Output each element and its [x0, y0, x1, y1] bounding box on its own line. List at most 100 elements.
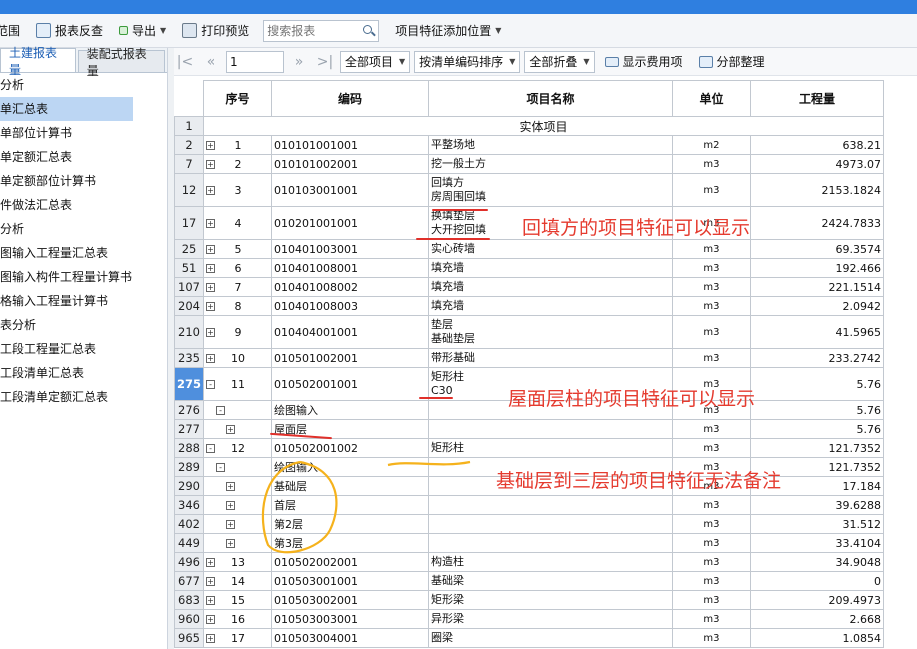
sidebar-item[interactable]: 单定额汇总表	[0, 145, 133, 169]
seq-number: 3	[234, 183, 242, 197]
table-row[interactable]: 12 +3 010103001001 回填方 房周围回填 m3 2153.1824	[173, 173, 885, 207]
table-row[interactable]: 107 +7 010401008002 填充墙 m3 221.1514	[173, 277, 885, 297]
sidebar-item[interactable]: 件做法汇总表	[0, 193, 133, 217]
expand-icon[interactable]: +	[206, 160, 216, 169]
table-header-row: 序号 编码 项目名称 单位 工程量	[174, 80, 885, 117]
col-header-name[interactable]: 项目名称	[427, 80, 673, 117]
expand-icon[interactable]: +	[206, 634, 216, 643]
show-cost-button[interactable]: 显示费用项	[599, 50, 689, 74]
expand-icon[interactable]: +	[206, 141, 216, 150]
fold-dropdown[interactable]: 全部折叠 ▼	[524, 50, 595, 73]
table-row[interactable]: 2 +1 010101001001 平整场地 m2 638.21	[173, 135, 885, 155]
row-number: 965	[173, 628, 205, 648]
sort-dropdown[interactable]: 按清单编码排序 ▼	[414, 50, 521, 73]
row-number: 677	[173, 571, 205, 591]
table-row[interactable]: 204 +8 010401008003 填充墙 m3 2.0942	[173, 296, 885, 316]
expand-icon[interactable]: +	[206, 577, 216, 586]
expand-icon[interactable]: +	[206, 354, 216, 363]
collapse-icon[interactable]: -	[216, 463, 226, 472]
col-header-seq[interactable]: 序号	[203, 80, 272, 117]
collapse-icon[interactable]: -	[206, 444, 216, 453]
search-input[interactable]	[264, 20, 361, 41]
name-cell	[427, 419, 673, 439]
col-header-qty[interactable]: 工程量	[749, 80, 885, 117]
table-row[interactable]: 960 +16 010503003001 异形梁 m3 2.668	[173, 609, 885, 629]
table-row[interactable]: 683 +15 010503002001 矩形梁 m3 209.4973	[173, 590, 885, 610]
table-row[interactable]: 7 +2 010101002001 挖一般土方 m3 4973.07	[173, 154, 885, 174]
tab-prefab-report[interactable]: 装配式报表量	[77, 47, 165, 78]
expand-icon[interactable]: +	[206, 264, 216, 273]
sidebar-item[interactable]: 单部位计算书	[0, 121, 133, 145]
sidebar-item[interactable]: 工段清单定额汇总表	[0, 385, 133, 409]
table-row[interactable]: 677 +14 010503001001 基础梁 m3 0	[173, 571, 885, 591]
organize-button[interactable]: 分部整理	[693, 50, 771, 74]
table-row[interactable]: 449 + 第3层 m3 33.4104	[173, 533, 885, 553]
expand-icon[interactable]: +	[226, 539, 236, 548]
name-line: 垫层	[430, 318, 453, 331]
expand-icon[interactable]: +	[206, 186, 216, 195]
col-header-code[interactable]: 编码	[271, 80, 429, 117]
table-row[interactable]: 402 + 第2层 m3 31.512	[173, 514, 885, 534]
expand-icon[interactable]: +	[206, 219, 216, 228]
sidebar-item[interactable]: 单汇总表	[0, 97, 133, 121]
report-check-icon	[36, 23, 52, 38]
chevron-down-icon: ▼	[399, 57, 406, 66]
expand-icon[interactable]: +	[206, 283, 216, 292]
table-row[interactable]: 496 +13 010502002001 构造柱 m3 34.9048	[173, 552, 885, 572]
seq-number: 14	[231, 574, 246, 588]
prev-page-icon[interactable]: «	[200, 54, 222, 70]
table-row[interactable]: 965 +17 010503004001 圈梁 m3 1.0854	[173, 628, 885, 648]
feature-position-dropdown[interactable]: 项目特征添加位置 ▼	[389, 19, 507, 43]
seq-cell: +3	[203, 173, 272, 207]
range-button[interactable]: 范围	[0, 19, 26, 43]
expand-icon[interactable]: +	[206, 558, 216, 567]
collapse-icon[interactable]: -	[206, 380, 216, 389]
expand-icon[interactable]: +	[226, 425, 236, 434]
quantity-cell: 5.76	[749, 367, 885, 401]
unit-cell: m3	[671, 239, 751, 259]
sidebar-item[interactable]: 分析	[0, 217, 133, 241]
quantity-cell: 69.3574	[749, 239, 885, 259]
report-sidebar: 土建报表量 装配式报表量 分析 单汇总表 单部位计算书 单定额汇总表 单定额部位计算书件…	[0, 46, 168, 649]
code-cell: 首层	[271, 495, 429, 515]
expand-icon[interactable]: +	[206, 245, 216, 254]
table-row[interactable]: 235 +10 010501002001 带形基础 m3 233.2742	[173, 348, 885, 368]
expand-icon[interactable]: +	[226, 501, 236, 510]
col-header-unit[interactable]: 单位	[671, 80, 751, 117]
sidebar-item[interactable]: 表分析	[0, 313, 133, 337]
table-row[interactable]: 210 +9 010404001001 垫层 基础垫层 m3 41.5965	[173, 315, 885, 349]
expand-icon[interactable]: +	[226, 482, 236, 491]
row-number: 496	[173, 552, 205, 572]
project-filter-dropdown[interactable]: 全部项目 ▼	[340, 50, 411, 73]
table-row[interactable]: 51 +6 010401008001 填充墙 m3 192.466	[173, 258, 885, 278]
search-icon[interactable]	[363, 24, 373, 34]
export-button[interactable]: 导出 ▼	[113, 19, 172, 43]
expand-icon[interactable]: +	[226, 520, 236, 529]
expand-icon[interactable]: +	[206, 596, 216, 605]
collapse-icon[interactable]: -	[216, 406, 226, 415]
name-cell: 圈梁	[427, 628, 673, 648]
expand-icon[interactable]: +	[206, 615, 216, 624]
expand-icon[interactable]: +	[206, 302, 216, 311]
name-line: 平整场地	[430, 138, 475, 151]
table-row[interactable]: 288- 12 010502001002 矩形柱 m3 121.7352	[173, 438, 885, 458]
last-page-icon[interactable]: >|	[314, 54, 336, 70]
expand-icon[interactable]: +	[206, 328, 216, 337]
print-preview-button[interactable]: 打印预览	[176, 19, 255, 43]
quantity-cell: 39.6288	[749, 495, 885, 515]
sidebar-item[interactable]: 工段工程量汇总表	[0, 337, 133, 361]
sidebar-item[interactable]: 工段清单汇总表	[0, 361, 133, 385]
tab-civil-report[interactable]: 土建报表量	[0, 46, 76, 77]
next-page-icon[interactable]: »	[288, 54, 310, 70]
sidebar-item[interactable]: 图输入工程量汇总表	[0, 241, 133, 265]
table-row[interactable]: 25 +5 010401003001 实心砖墙 m3 69.3574	[173, 239, 885, 259]
sidebar-item[interactable]: 格输入工程量计算书	[0, 289, 133, 313]
first-page-icon[interactable]: |<	[174, 54, 196, 70]
corner-cell	[174, 80, 204, 117]
sidebar-item[interactable]: 单定额部位计算书	[0, 169, 133, 193]
table-row[interactable]: 346 + 首层 m3 39.6288	[173, 495, 885, 515]
report-check-button[interactable]: 报表反查	[30, 19, 109, 43]
page-number-input[interactable]: 1	[226, 50, 284, 73]
name-line: 矩形梁	[430, 593, 464, 606]
sidebar-item[interactable]: 图输入构件工程量计算书	[0, 265, 133, 289]
